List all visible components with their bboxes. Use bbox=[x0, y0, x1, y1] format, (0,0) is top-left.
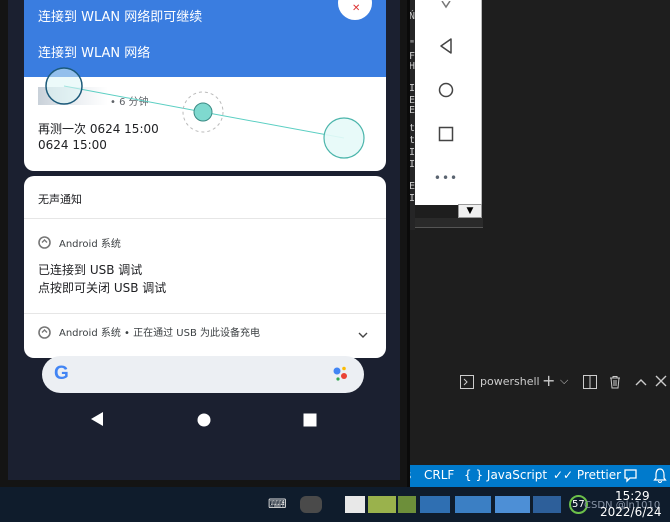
phone-home-icon[interactable] bbox=[197, 412, 211, 431]
phone-overview-icon[interactable] bbox=[303, 412, 317, 431]
divider bbox=[24, 218, 386, 219]
blurred-taskbar-icon bbox=[533, 496, 561, 513]
touch-end-circle bbox=[323, 117, 365, 159]
performance-number: 57 bbox=[572, 499, 585, 510]
android-system-icon bbox=[38, 324, 51, 343]
silent-section-header: 无声通知 bbox=[38, 193, 82, 206]
terminal-icon bbox=[460, 375, 474, 392]
google-logo-icon: G bbox=[54, 363, 69, 384]
google-assistant-icon[interactable] bbox=[332, 365, 350, 387]
gesture-line bbox=[202, 111, 345, 139]
android-system-icon bbox=[38, 234, 51, 253]
usb-body[interactable]: 点按即可关闭 USB 调试 bbox=[38, 279, 166, 296]
chevron-down-icon[interactable] bbox=[358, 324, 368, 343]
blurred-taskbar-icon bbox=[455, 496, 491, 513]
prettier-status[interactable]: ✓✓ Prettier bbox=[553, 468, 621, 482]
clock-time[interactable]: 15:29 bbox=[615, 489, 650, 503]
split-terminal-icon[interactable] bbox=[583, 375, 597, 392]
touch-gesture-overlay bbox=[45, 67, 365, 159]
blurred-taskbar-icon bbox=[495, 496, 530, 513]
phone-back-icon[interactable] bbox=[90, 411, 104, 431]
back-icon[interactable] bbox=[432, 32, 460, 60]
blurred-taskbar-icon bbox=[420, 496, 450, 513]
notifications-icon[interactable] bbox=[653, 468, 667, 486]
panel-scroll-down-button[interactable]: ▼ bbox=[458, 204, 482, 218]
gesture-line bbox=[63, 85, 204, 113]
blurred-taskbar-icon bbox=[398, 496, 416, 513]
blurred-taskbar-icon bbox=[345, 496, 365, 513]
language-mode[interactable]: { } JavaScript bbox=[464, 468, 547, 482]
blurred-taskbar-icon bbox=[300, 496, 322, 513]
charging-notification[interactable]: Android 系统 • 正在通过 USB 为此设备充电 bbox=[59, 324, 260, 339]
windows-taskbar: ⌨ 57 CSDN @ln1010 15:29 2022/6/24 bbox=[0, 487, 670, 522]
rotate-icon[interactable] bbox=[432, 0, 460, 10]
panel-bottom-edge bbox=[415, 218, 483, 228]
touch-start-circle bbox=[45, 67, 83, 105]
terminal-toolbar: powershell + ⌵ bbox=[405, 370, 670, 396]
google-search-bar[interactable]: G bbox=[42, 356, 364, 393]
terminal-shell-label[interactable]: powershell bbox=[480, 375, 540, 388]
eol-indicator[interactable]: CRLF bbox=[424, 468, 454, 482]
overview-icon[interactable] bbox=[432, 120, 460, 148]
divider bbox=[24, 313, 386, 314]
status-bar: s CRLF { } JavaScript ✓✓ Prettier bbox=[405, 465, 670, 487]
silent-notifications-card: 无声通知 Android 系统 已连接到 USB 调试 点按即可关闭 USB 调… bbox=[24, 176, 386, 358]
clock-date[interactable]: 2022/6/24 bbox=[600, 505, 662, 519]
chevron-up-icon[interactable] bbox=[635, 376, 647, 390]
close-icon[interactable] bbox=[655, 375, 667, 390]
add-terminal-icon[interactable]: + bbox=[542, 371, 555, 390]
trash-icon[interactable] bbox=[608, 375, 622, 392]
feedback-icon[interactable] bbox=[623, 468, 638, 486]
usb-title[interactable]: 已连接到 USB 调试 bbox=[38, 261, 142, 278]
terminal-dropdown-icon[interactable]: ⌵ bbox=[560, 374, 568, 388]
touch-midpoint-dot bbox=[193, 102, 213, 122]
blurred-taskbar-icon bbox=[368, 496, 396, 513]
phone-navigation-bar bbox=[8, 400, 400, 440]
home-icon[interactable] bbox=[432, 76, 460, 104]
more-icon[interactable]: ••• bbox=[432, 164, 460, 192]
keyboard-icon[interactable]: ⌨ bbox=[268, 497, 287, 512]
usb-app-name: Android 系统 bbox=[59, 239, 121, 250]
